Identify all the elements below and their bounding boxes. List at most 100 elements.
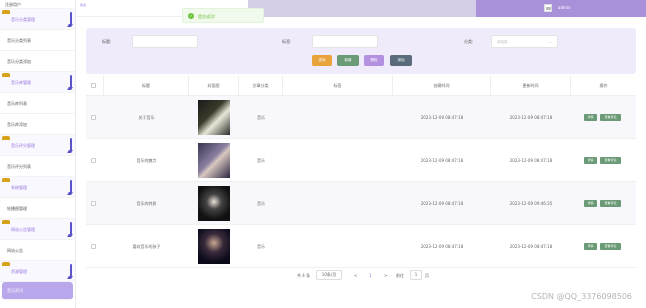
- cell-title: 音乐的魅力: [136, 158, 157, 163]
- sidebar-group-9[interactable]: 系统管理: [0, 177, 75, 198]
- crown-icon: [2, 136, 10, 140]
- search-panel: 标题: 标签: 分类: 请选择 ⌄ 查询 新增 删除 添加: [86, 28, 636, 74]
- crown-icon: [2, 262, 10, 266]
- prev-page-button[interactable]: <: [354, 271, 357, 280]
- cell-updated: 2023-12-09 08:47:18: [509, 115, 553, 120]
- select-all-checkbox[interactable]: [91, 83, 96, 88]
- select-all-cell: [86, 76, 104, 96]
- username[interactable]: admin: [558, 5, 571, 10]
- image-icon: [546, 7, 551, 10]
- sidebar-item-0[interactable]: 注册用户: [0, 0, 75, 9]
- select-placeholder: 请选择: [497, 40, 508, 44]
- cover-image: [198, 100, 230, 135]
- detail-button[interactable]: 详情: [584, 157, 597, 164]
- title-input[interactable]: [132, 35, 198, 48]
- sidebar-item-14[interactable]: 音乐资讯: [2, 282, 73, 300]
- table-row: 音乐的特质 音乐 2023-12-09 08:47:18 2023-12-09 09:…: [86, 182, 636, 225]
- col-tags: 标签: [283, 76, 393, 96]
- row-checkbox[interactable]: [91, 201, 96, 206]
- ribbon-tail-icon: [67, 87, 73, 90]
- cell-category: 音乐: [257, 244, 265, 249]
- cell-updated: 2023-12-09 09:46:35: [509, 201, 553, 206]
- sidebar-item-15[interactable]: 资讯分类: [0, 300, 75, 308]
- sidebar-item-6[interactable]: 音乐库添加: [0, 114, 75, 135]
- view-comments-button[interactable]: 查看评论: [600, 114, 621, 121]
- table-row: 关于音乐 音乐 2023-12-09 08:47:18 2023-12-09 08:4…: [86, 96, 636, 139]
- crown-icon: [2, 10, 10, 14]
- goto-label: 前往: [396, 273, 404, 278]
- check-icon: ✓: [188, 13, 194, 19]
- cell-created: 2023-12-09 08:47:18: [420, 201, 464, 206]
- cell-tags: [283, 139, 393, 182]
- detail-button[interactable]: 详情: [584, 200, 597, 207]
- sidebar-group-1[interactable]: 音乐分类管理: [0, 9, 75, 30]
- category-label: 分类:: [464, 39, 474, 44]
- row-checkbox[interactable]: [91, 158, 96, 163]
- category-select[interactable]: 请选择 ⌄: [491, 35, 558, 48]
- sidebar-item-2[interactable]: 音乐分类列表: [0, 30, 75, 51]
- delete-button[interactable]: 删除: [364, 55, 384, 66]
- col-cover: 封面图: [189, 76, 239, 96]
- sidebar-item-8[interactable]: 音乐评分列表: [0, 156, 75, 177]
- cell-created: 2023-12-09 08:47:18: [420, 158, 464, 163]
- sidebar-item-label: 网站公告: [7, 248, 23, 253]
- top-bar: 欢迎 admin: [76, 0, 646, 17]
- tag-input[interactable]: [312, 35, 378, 48]
- watermark: CSDN @QQ_3376098506: [531, 292, 632, 301]
- top-bar-user-area[interactable]: admin: [476, 0, 646, 17]
- cell-title: 关于音乐: [138, 115, 155, 120]
- cell-category: 音乐: [257, 158, 265, 163]
- toast-message: 提交成功!: [198, 14, 216, 19]
- detail-button[interactable]: 详情: [584, 243, 597, 250]
- sidebar-item-label: 网站公告管理: [11, 227, 35, 232]
- table-row: 音乐的魅力 音乐 2023-12-09 08:47:18 2023-12-09 08:…: [86, 139, 636, 182]
- tag-label: 标签:: [282, 39, 292, 44]
- sidebar-group-7[interactable]: 音乐评分管理: [0, 135, 75, 156]
- sidebar-group-4[interactable]: 音乐库管理: [0, 72, 75, 93]
- sidebar-item-10[interactable]: 轮播图管理: [0, 198, 75, 219]
- success-toast: ✓ 提交成功!: [182, 8, 264, 23]
- avatar[interactable]: [544, 4, 552, 12]
- crown-icon: [2, 220, 10, 224]
- table-row: 喜欢音乐的孩子 音乐 2023-12-09 08:47:18 2023-12-09 0…: [86, 225, 636, 268]
- row-checkbox[interactable]: [91, 244, 96, 249]
- cover-image: [198, 229, 230, 264]
- data-table: 标题 封面图 文章分类 标签 创建时间 更新时间 操作 关于音乐 音乐 2023-1…: [86, 76, 636, 268]
- cell-title: 音乐的特质: [136, 201, 157, 206]
- ribbon-tail-icon: [67, 24, 73, 27]
- detail-button[interactable]: 详情: [584, 114, 597, 121]
- view-comments-button[interactable]: 查看评论: [600, 200, 621, 207]
- sidebar-item-5[interactable]: 音乐库列表: [0, 93, 75, 114]
- view-comments-button[interactable]: 查看评论: [600, 243, 621, 250]
- cell-created: 2023-12-09 08:47:18: [420, 115, 464, 120]
- ribbon-tail-icon: [67, 234, 73, 237]
- next-page-button[interactable]: >: [384, 271, 387, 280]
- sidebar-group-13[interactable]: 资源管理: [0, 261, 75, 282]
- cell-tags: [283, 96, 393, 139]
- page-size-select[interactable]: 10条/页: [316, 270, 342, 280]
- view-comments-button[interactable]: 查看评论: [600, 157, 621, 164]
- sidebar-item-label: 音乐库添加: [7, 122, 27, 127]
- col-title: 标题: [104, 76, 189, 96]
- ribbon-tail-icon: [67, 276, 73, 279]
- extra-button[interactable]: 添加: [390, 55, 412, 66]
- ribbon-tail-icon: [67, 192, 73, 195]
- sidebar-group-11[interactable]: 网站公告管理: [0, 219, 75, 240]
- search-button[interactable]: 查询: [312, 55, 332, 66]
- page-size-label: 10条/页: [321, 272, 337, 277]
- cell-category: 音乐: [257, 115, 265, 120]
- goto-page-input[interactable]: 1: [410, 270, 422, 280]
- goto-page-value: 1: [414, 272, 418, 277]
- row-checkbox[interactable]: [91, 115, 96, 120]
- add-button[interactable]: 新增: [337, 55, 359, 66]
- cell-updated: 2023-12-09 08:47:18: [509, 244, 553, 249]
- sidebar-item-label: 注册用户: [5, 2, 21, 7]
- pagination-total: 共 4 条: [297, 273, 311, 278]
- cell-updated: 2023-12-09 08:47:18: [509, 158, 553, 163]
- crown-icon: [2, 178, 10, 182]
- sidebar-item-label: 轮播图管理: [7, 206, 27, 211]
- page-1-button[interactable]: 1: [369, 271, 372, 280]
- sidebar-item-12[interactable]: 网站公告: [0, 240, 75, 261]
- sidebar-item-3[interactable]: 音乐分类添加: [0, 51, 75, 72]
- col-updated: 更新时间: [491, 76, 571, 96]
